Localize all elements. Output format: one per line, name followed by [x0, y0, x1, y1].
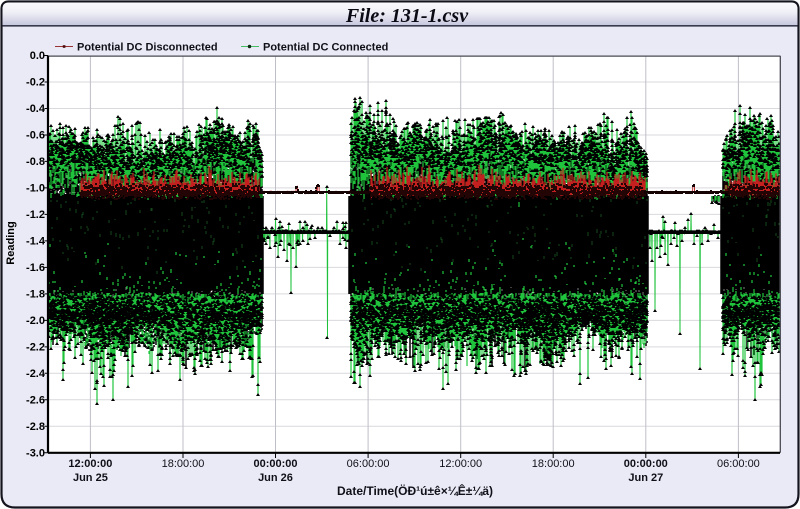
- svg-text:06:00:00: 06:00:00: [717, 458, 760, 470]
- svg-text:-2.8: -2.8: [26, 421, 45, 433]
- svg-text:18:00:00: 18:00:00: [162, 458, 205, 470]
- svg-text:-1.8: -1.8: [26, 288, 45, 300]
- svg-text:-2.6: -2.6: [26, 394, 45, 406]
- svg-text:-1.0: -1.0: [26, 182, 45, 194]
- svg-text:Reading: Reading: [5, 221, 17, 264]
- svg-text:Potential DC Connected: Potential DC Connected: [263, 42, 388, 54]
- svg-text:-2.2: -2.2: [26, 341, 45, 353]
- svg-text:-0.2: -0.2: [26, 77, 45, 89]
- svg-text:-1.4: -1.4: [26, 235, 46, 247]
- svg-text:-1.6: -1.6: [26, 262, 45, 274]
- svg-text:00:00:00: 00:00:00: [253, 458, 297, 470]
- svg-text:-2.0: -2.0: [26, 315, 45, 327]
- svg-text:00:00:00: 00:00:00: [624, 458, 668, 470]
- svg-text:06:00:00: 06:00:00: [347, 458, 390, 470]
- svg-text:Jun 26: Jun 26: [258, 472, 293, 484]
- svg-text:-1.2: -1.2: [26, 209, 45, 221]
- svg-text:12:00:00: 12:00:00: [439, 458, 482, 470]
- svg-text:Jun 25: Jun 25: [73, 472, 108, 484]
- svg-text:-2.4: -2.4: [26, 368, 46, 380]
- svg-text:0.0: 0.0: [30, 50, 45, 62]
- svg-text:12:00:00: 12:00:00: [68, 458, 112, 470]
- svg-text:-0.4: -0.4: [26, 103, 46, 115]
- svg-text:File: 131-1.csv: File: 131-1.csv: [345, 5, 469, 27]
- svg-text:-0.6: -0.6: [26, 130, 45, 142]
- svg-text:-0.8: -0.8: [26, 156, 45, 168]
- svg-text:Date/Time(ÖÐ¹ú±ê×¼Ê±¼ä): Date/Time(ÖÐ¹ú±ê×¼Ê±¼ä): [337, 483, 493, 498]
- svg-text:18:00:00: 18:00:00: [532, 458, 575, 470]
- svg-text:-3.0: -3.0: [26, 447, 45, 459]
- svg-text:Jun 27: Jun 27: [628, 472, 663, 484]
- svg-text:Potential DC Disconnected: Potential DC Disconnected: [77, 42, 218, 54]
